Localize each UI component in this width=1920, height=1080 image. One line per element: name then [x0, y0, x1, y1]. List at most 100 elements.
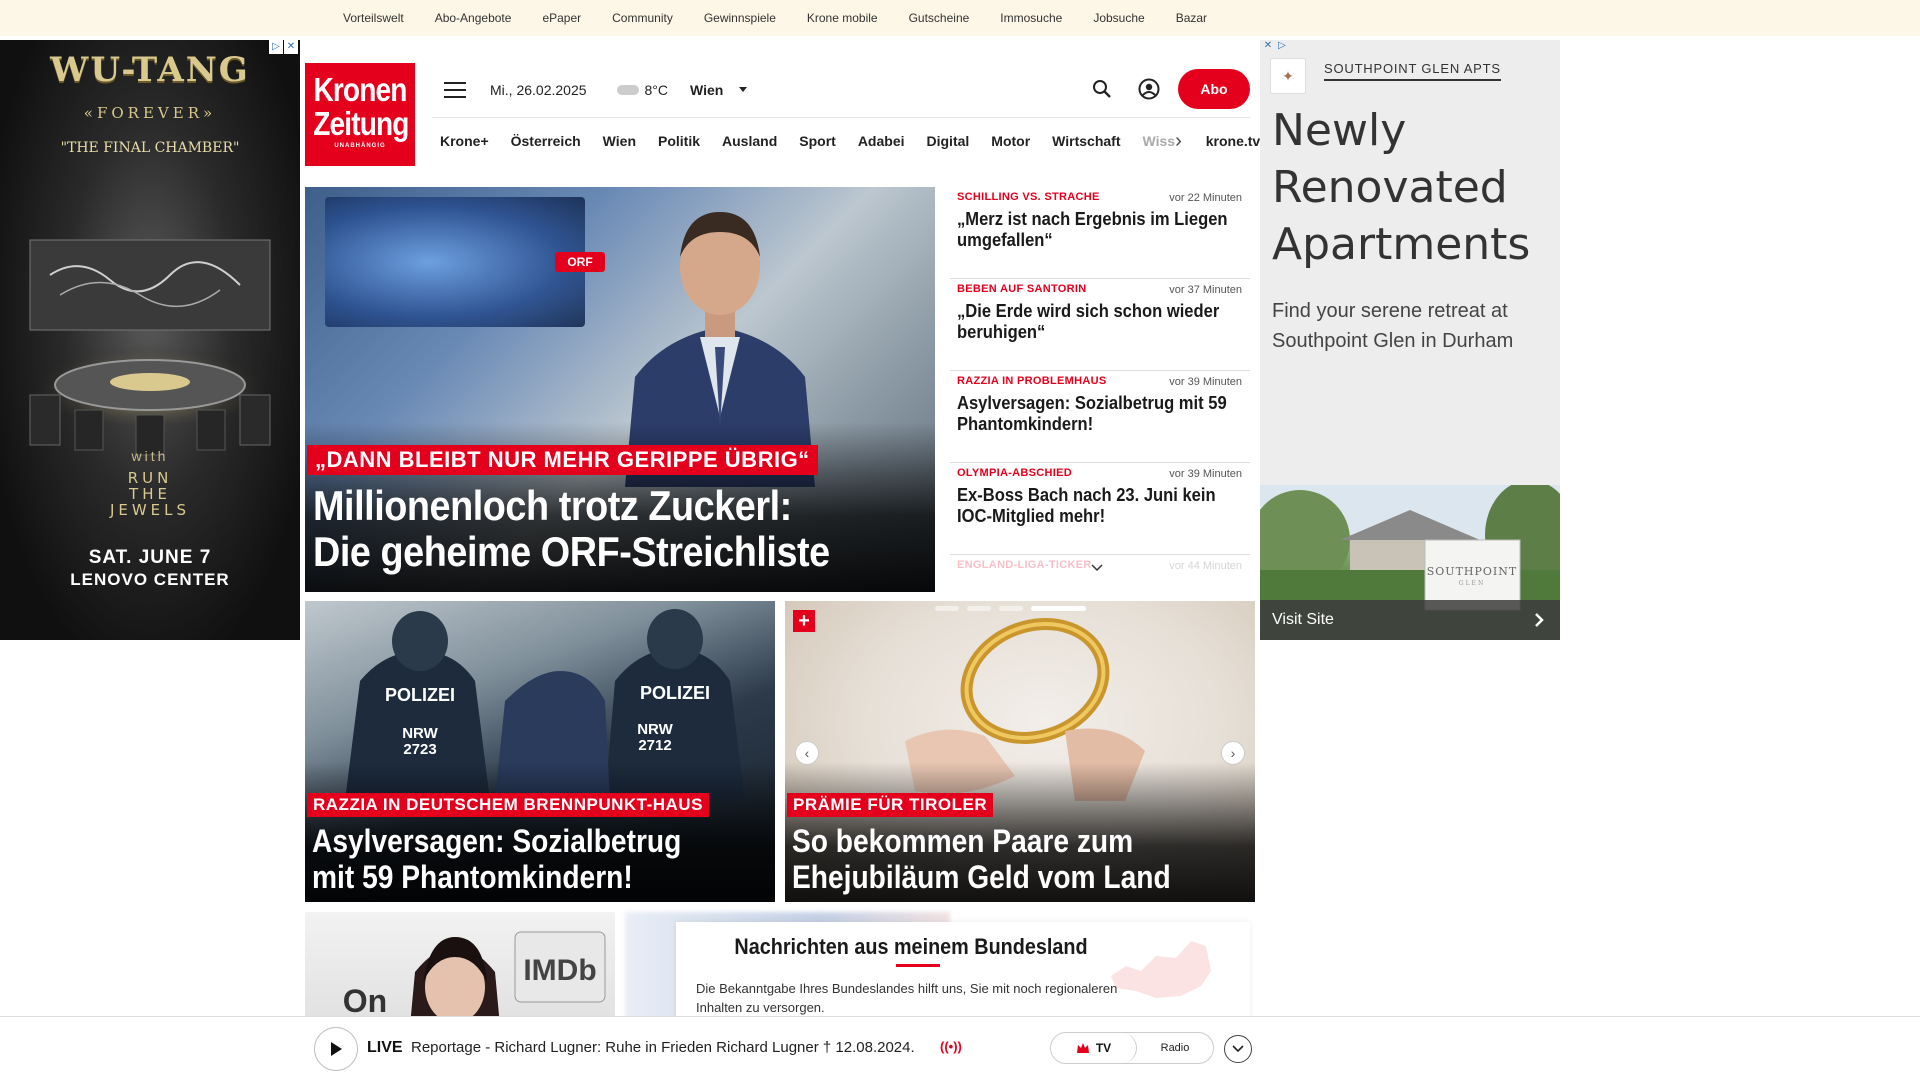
- chevron-down-icon[interactable]: [1091, 562, 1103, 572]
- tv-radio-switch[interactable]: TV Radio: [1050, 1032, 1214, 1064]
- southpoint-logo-icon: ✦: [1270, 58, 1306, 94]
- ad-left-venue: LENOVO CENTER: [70, 570, 230, 589]
- user-account-icon[interactable]: [1138, 78, 1160, 100]
- expand-player-button[interactable]: [1224, 1035, 1252, 1063]
- carousel-dot[interactable]: [935, 606, 959, 611]
- ticker-headline: „Die Erde wird sich schon wieder beruhig…: [957, 301, 1220, 342]
- ticker-headline: „Merz ist nach Ergebnis im Liegen umgefa…: [957, 209, 1228, 250]
- search-icon[interactable]: [1092, 79, 1112, 99]
- topbar-link-jobsuche[interactable]: Jobsuche: [1093, 11, 1144, 25]
- topbar-link-krone-mobile[interactable]: Krone mobile: [807, 11, 878, 25]
- hero-story[interactable]: ORF „DANN BLEIBT NUR MEHR GERIPPE ÜBRIG“…: [305, 187, 935, 592]
- ad-headline: Newly Renovated Apartments: [1272, 105, 1531, 270]
- ticker-time: vor 44 Minuten: [1169, 560, 1242, 572]
- ad-left-subtitle: "THE FINAL CHAMBER": [60, 140, 240, 156]
- nav-item-digital[interactable]: Digital: [927, 133, 970, 149]
- chevron-right-icon[interactable]: ›: [1175, 130, 1182, 153]
- ad-subtext: Find your serene retreat at Southpoint G…: [1272, 300, 1514, 352]
- logo-line-2: Zeitung: [313, 105, 409, 142]
- adchoices-icon[interactable]: ▷: [1276, 40, 1288, 52]
- ticker-item[interactable]: BEBEN AUF SANTORIN vor 37 Minuten „Die E…: [950, 279, 1250, 371]
- topbar-link-vorteilswelt[interactable]: Vorteilswelt: [343, 11, 404, 25]
- adchoices-icon[interactable]: ▷: [269, 40, 283, 54]
- nav-item-ausland[interactable]: Ausland: [722, 133, 777, 149]
- nav-item-oesterreich[interactable]: Österreich: [511, 133, 581, 149]
- ticker-time: vor 39 Minuten: [1169, 376, 1242, 388]
- topbar-link-gewinnspiele[interactable]: Gewinnspiele: [704, 11, 776, 25]
- broadcast-icon: ((•)): [940, 1039, 962, 1054]
- krone-plus-badge: +: [793, 610, 815, 632]
- top-utility-bar: Vorteilswelt Abo-Angebote ePaper Communi…: [0, 0, 1920, 36]
- ad-left-forever: «FOREVER»: [83, 104, 217, 122]
- nav-item-adabei[interactable]: Adabei: [858, 133, 905, 149]
- card-headline[interactable]: Asylversagen: Sozialbetrug mit 59 Phanto…: [312, 823, 734, 895]
- ad-choices[interactable]: ▷ ✕: [269, 40, 298, 54]
- topbar-link-abo-angebote[interactable]: Abo-Angebote: [435, 11, 512, 25]
- hero-headline[interactable]: Millionenloch trotz Zuckerl: Die geheime…: [313, 483, 862, 575]
- tv-option[interactable]: TV: [1051, 1033, 1137, 1063]
- ticker-item[interactable]: OLYMPIA-ABSCHIED vor 39 Minuten Ex-Boss …: [950, 463, 1250, 555]
- header-temperature: 8°C: [644, 81, 669, 98]
- carousel-indicators[interactable]: [935, 606, 1086, 611]
- live-stream-title[interactable]: Reportage - Richard Lugner: Ruhe in Frie…: [411, 1039, 915, 1056]
- ad-left-date: SAT. JUNE 7: [88, 547, 212, 568]
- chevron-right-icon: ›: [1230, 745, 1236, 761]
- nav-item-wirtschaft[interactable]: Wirtschaft: [1052, 133, 1120, 149]
- police-badge-text: 2712: [638, 737, 671, 754]
- police-badge-text: POLIZEI: [385, 685, 455, 705]
- topbar-link-epaper[interactable]: ePaper: [542, 11, 581, 25]
- topbar-link-bazar[interactable]: Bazar: [1176, 11, 1207, 25]
- carousel-dot-active[interactable]: [1031, 606, 1086, 611]
- topbar-link-community[interactable]: Community: [612, 11, 673, 25]
- ad-choices[interactable]: ✕ ▷: [1262, 40, 1288, 52]
- live-label: LIVE: [367, 1039, 403, 1056]
- topbar-link-gutscheine[interactable]: Gutscheine: [909, 11, 970, 25]
- header-date: Mi., 26.02.2025: [490, 81, 587, 98]
- nav-item-truncated[interactable]: Wiss: [1143, 133, 1176, 149]
- nav-item-wien[interactable]: Wien: [603, 133, 636, 149]
- menu-icon[interactable]: [444, 81, 466, 98]
- bundesland-title: Nachrichten aus meinem Bundesland: [734, 934, 1088, 959]
- title-underline: [896, 964, 940, 967]
- close-icon[interactable]: ✕: [284, 40, 298, 54]
- right-display-ad[interactable]: ✕ ▷ ✦ SOUTHPOINT GLEN APTS Newly Renovat…: [1260, 40, 1560, 640]
- ad-left-act-line: JEWELS: [109, 501, 191, 519]
- carousel-dot[interactable]: [967, 606, 991, 611]
- chevron-down-icon[interactable]: [739, 87, 748, 92]
- nav-item-krone-plus[interactable]: Krone+: [440, 133, 489, 149]
- visit-site-button[interactable]: Visit Site: [1260, 600, 1560, 640]
- nav-item-krone-tv[interactable]: krone.tv: [1206, 129, 1268, 149]
- nav-item-motor[interactable]: Motor: [991, 133, 1030, 149]
- play-button[interactable]: [314, 1027, 358, 1071]
- nav-item-sport[interactable]: Sport: [799, 133, 836, 149]
- story-card-razzia[interactable]: POLIZEI NRW 2723 POLIZEI NRW 2712 RAZZIA…: [305, 601, 775, 902]
- imdb-sign-text: IMDb: [523, 954, 596, 987]
- nav-item-politik[interactable]: Politik: [658, 133, 700, 149]
- logo-tagline: UNABHÄNGIG: [334, 143, 386, 149]
- visit-site-label: Visit Site: [1272, 611, 1334, 628]
- chevron-left-icon: ‹: [804, 745, 810, 761]
- crown-icon: [1076, 1043, 1089, 1053]
- topbar-link-immosuche[interactable]: Immosuche: [1000, 11, 1062, 25]
- close-icon[interactable]: ✕: [1262, 40, 1274, 52]
- ad-left-act: RUN THE JEWELS: [0, 470, 300, 518]
- play-icon: [331, 1042, 342, 1056]
- ticker-headline: Ex-Boss Bach nach 23. Juni kein IOC-Mitg…: [957, 485, 1216, 526]
- card-headline-line: So bekommen Paare zum: [792, 823, 1134, 859]
- story-card-praemie[interactable]: + ‹ › PRÄMIE FÜR TIROLER So bekommen Paa…: [785, 601, 1255, 902]
- hero-kicker: „DANN BLEIBT NUR MEHR GERIPPE ÜBRIG“: [307, 445, 818, 475]
- police-badge-text: NRW: [637, 721, 673, 738]
- abo-button[interactable]: Abo: [1178, 69, 1250, 109]
- chevron-down-icon: [1232, 1045, 1244, 1053]
- city-selector[interactable]: Wien: [690, 82, 723, 98]
- hero-headline-line: Die geheime ORF-Streichliste: [313, 528, 830, 575]
- page: Vorteilswelt Abo-Angebote ePaper Communi…: [0, 0, 1920, 1080]
- left-skyscraper-ad[interactable]: ▷ ✕ WU-TANG «FOREVER» "THE FINAL CHAMBER…: [0, 40, 300, 640]
- radio-option[interactable]: Radio: [1137, 1033, 1213, 1063]
- ticker-item[interactable]: SCHILLING VS. STRACHE vor 22 Minuten „Me…: [950, 187, 1250, 279]
- carousel-dot[interactable]: [999, 606, 1023, 611]
- card-headline[interactable]: So bekommen Paare zum Ehejubiläum Geld v…: [792, 823, 1214, 895]
- kronen-zeitung-logo[interactable]: Kronen Zeitung UNABHÄNGIG: [305, 63, 415, 166]
- ad-brand-name: SOUTHPOINT GLEN APTS: [1324, 61, 1501, 81]
- ticker-item[interactable]: RAZZIA IN PROBLEMHAUS vor 39 Minuten Asy…: [950, 371, 1250, 463]
